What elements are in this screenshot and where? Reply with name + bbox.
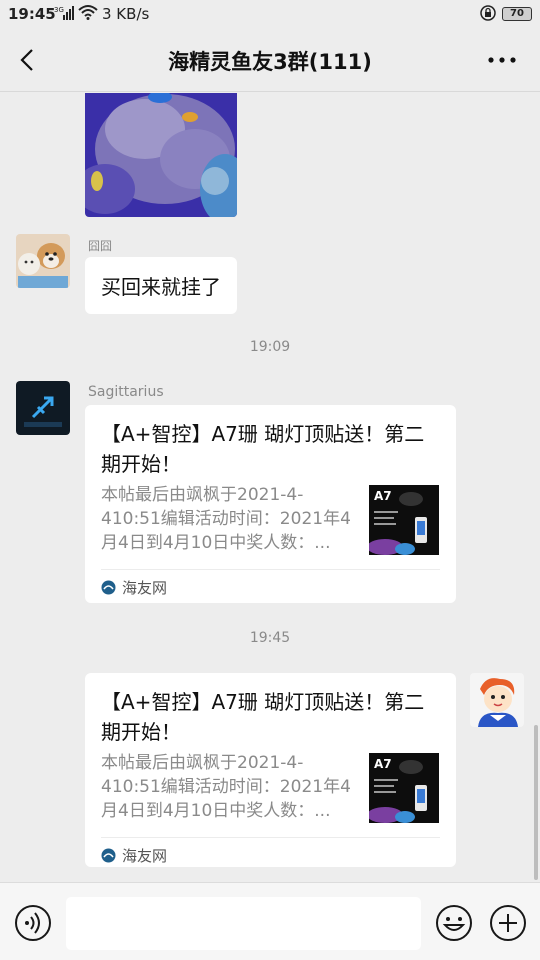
avatar[interactable] [470,673,524,727]
chat-title: 海精灵鱼友3群(111) [168,50,372,74]
message-bubble[interactable]: 买回来就挂了 [85,257,237,314]
source-logo-icon [101,848,116,863]
sender-name: Sagittarius [88,384,164,400]
lock-rotation-icon [480,5,496,25]
link-card-description: 本帖最后由飒枫于2021-4-410:51编辑活动时间：2021年4月4日到4月… [101,485,351,553]
network-speed: 3 KB/s [102,5,150,23]
avatar[interactable] [16,234,70,288]
status-bar: 19:45 3G 3 KB/s 70 [0,0,540,28]
link-card-thumbnail: A7 [369,485,439,555]
avatar[interactable] [16,381,70,435]
source-name: 海友网 [122,847,168,865]
timestamp: 19:09 [249,339,291,355]
link-card-title: 【A+智控】A7珊 瑚灯顶贴送！第二期开始！ [101,690,425,744]
thumbnail-label: A7 [374,757,392,771]
status-time: 19:45 [8,5,56,23]
image-message[interactable] [85,93,237,217]
plus-icon[interactable] [489,904,527,942]
link-card[interactable]: 【A+智控】A7珊 瑚灯顶贴送！第二期开始！ 本帖最后由飒枫于2021-4-41… [85,405,456,603]
emoji-icon[interactable] [435,904,473,942]
voice-input-icon[interactable] [14,904,52,942]
signal-type: 3G [54,6,64,14]
link-card-thumbnail: A7 [369,753,439,823]
link-card-title: 【A+智控】A7珊 瑚灯顶贴送！第二期开始！ [101,422,425,476]
scrollbar[interactable] [534,725,538,880]
link-card-source: 海友网 [101,577,167,599]
input-bar [0,882,540,960]
link-card-description: 本帖最后由飒枫于2021-4-410:51编辑活动时间：2021年4月4日到4月… [101,753,351,821]
chat-header: 海精灵鱼友3群(111) [0,28,540,92]
battery-icon: 70 [502,7,532,21]
sender-name: 囧囧 [88,239,113,253]
link-card[interactable]: 【A+智控】A7珊 瑚灯顶贴送！第二期开始！ 本帖最后由飒枫于2021-4-41… [85,673,456,867]
timestamp: 19:45 [249,630,291,646]
thumbnail-label: A7 [374,489,392,503]
wifi-icon [78,4,98,24]
source-logo-icon [101,580,116,595]
link-card-source: 海友网 [101,845,167,867]
divider [101,569,440,570]
source-name: 海友网 [122,579,168,597]
divider [101,837,440,838]
signal-icon: 3G [54,5,74,25]
more-options-icon[interactable] [486,46,518,74]
message-text: 买回来就挂了 [101,275,221,299]
message-list[interactable]: 囧囧 买回来就挂了 19:09 Sagittarius 【A+智控】A7珊 瑚灯… [0,93,540,882]
message-input[interactable] [66,897,421,950]
